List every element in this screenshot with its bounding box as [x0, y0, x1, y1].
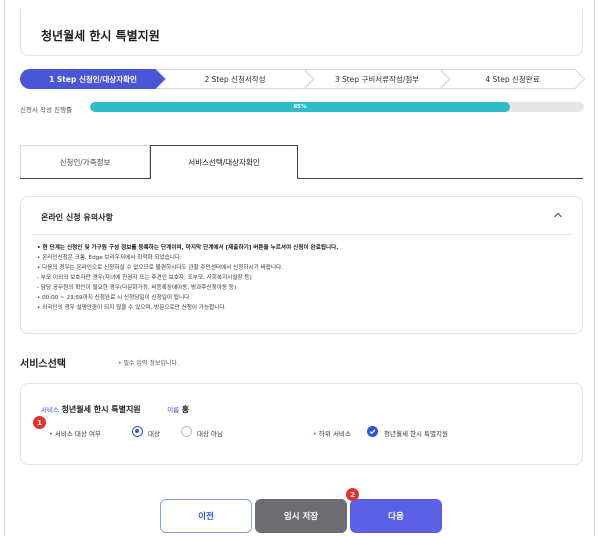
step-3: 3 Step 구비서류작성/첨부 [304, 69, 450, 89]
notice-item: • 외국인의 경우 설명안중이 되지 않을 수 있으며, 방문으로만 신청이 가… [37, 305, 227, 311]
checkmark-icon [369, 429, 376, 435]
notice-title: 온라인 신청 유의사항 [41, 213, 113, 222]
tab-applicant-family[interactable]: 신청인/가족정보 [20, 145, 150, 178]
step-badge-2: 2 [346, 488, 359, 501]
radio-eligible[interactable] [132, 426, 143, 437]
service-info-line: 서비스 청년월세 한시 특별지원 이름 홍 [41, 404, 189, 415]
step-2-label: 2 Step 신청서작성 [204, 74, 266, 84]
temp-save-button[interactable]: 임시 저장 [255, 499, 347, 533]
tab-bar: 신청인/가족정보 서비스선택/대상자확인 [20, 145, 583, 179]
step-3-label: 3 Step 구비서류작성/첨부 [334, 74, 420, 84]
step-2: 2 Step 신청서작성 [156, 69, 314, 89]
step-1-label: 1 Step 신청인/대상자확인 [49, 74, 137, 84]
radio-not-eligible-label[interactable]: 대상 아님 [197, 428, 223, 438]
next-button[interactable]: 다음 [350, 499, 442, 533]
step-1: 1 Step 신청인/대상자확인 [20, 69, 166, 89]
required-dot: • [118, 360, 122, 367]
notice-item: • 현 단계는 신청인 및 가구원 구성 정보를 등록하는 단계이며, 마지막 … [37, 245, 339, 251]
sub-service-label: • 하위 서비스 [313, 430, 351, 438]
page-title: 청년월세 한시 특별지원 [41, 29, 160, 43]
tab-service-selection[interactable]: 서비스선택/대상자확인 [150, 145, 298, 179]
service-section-title: 서비스선택 [20, 359, 66, 370]
eligibility-row: 1 • 서비스 대상 여부 대상 대상 아님 • 하위 서비스 청년월세 한시 … [21, 416, 584, 440]
check-icon[interactable] [367, 426, 378, 437]
step-4: 4 Step 신청완료 [440, 69, 585, 89]
chevron-up-icon[interactable] [552, 209, 564, 221]
required-note: • 필수 입력 정보입니다. [118, 358, 179, 367]
step-indicator: 1 Step 신청인/대상자확인 2 Step 신청서작성 3 Step 구비서… [20, 69, 585, 89]
service-card: 서비스 청년월세 한시 특별지원 이름 홍 1 • 서비스 대상 여부 대상 대… [20, 383, 583, 465]
required-note-text: 필수 입력 정보입니다. [123, 360, 179, 367]
progress-bar: 85% [90, 102, 584, 112]
step-badge-1: 1 [33, 416, 46, 429]
notice-item: • 온라인신청은 크롬, Edge 브라우저에서 최적화 되었습니다. [37, 255, 182, 261]
sub-service-value[interactable]: 청년월세 한시 특별지원 [384, 428, 448, 438]
tab-underline [20, 178, 583, 179]
radio-not-eligible[interactable] [181, 426, 192, 437]
progress-label: 신청서 작성 진행률 [20, 106, 72, 114]
notice-item: - 부모 이외의 보호자만 경우(자녀에 친권자 또는 후견인 보호자, 조부모… [37, 275, 252, 281]
service-value: 청년월세 한시 특별지원 [61, 405, 141, 414]
notice-item: • 다음의 경우는 온라인으로 신청하실 수 없으므로 불편하시더도 관할 주민… [37, 265, 283, 271]
name-value: 홍 [181, 405, 190, 414]
notice-item: • 00:00 ~ 23:59까지 신청완료 시 신청당일이 신청일이 됩니다. [37, 295, 192, 301]
progress-fill: 85% [90, 102, 510, 112]
step-4-label: 4 Step 신청완료 [485, 74, 540, 84]
title-card: 청년월세 한시 특별지원 [20, 10, 583, 56]
notice-panel: 온라인 신청 유의사항 • 현 단계는 신청인 및 가구원 구성 정보를 등록하… [20, 196, 583, 334]
service-label: 서비스 [41, 406, 59, 414]
eligibility-label: • 서비스 대상 여부 [49, 430, 101, 438]
notice-item: - 담당 공무원의 확인이 필요한 경우(다문화가정, 비등록장애아동, 방과후… [37, 285, 237, 291]
notice-divider [31, 234, 572, 235]
progress-percent: 85% [293, 104, 307, 110]
name-label: 이름 [167, 406, 180, 414]
prev-button[interactable]: 이전 [160, 499, 252, 533]
notice-list: • 현 단계는 신청인 및 가구원 구성 정보를 등록하는 단계이며, 마지막 … [37, 243, 572, 313]
radio-eligible-label[interactable]: 대상 [148, 428, 160, 438]
